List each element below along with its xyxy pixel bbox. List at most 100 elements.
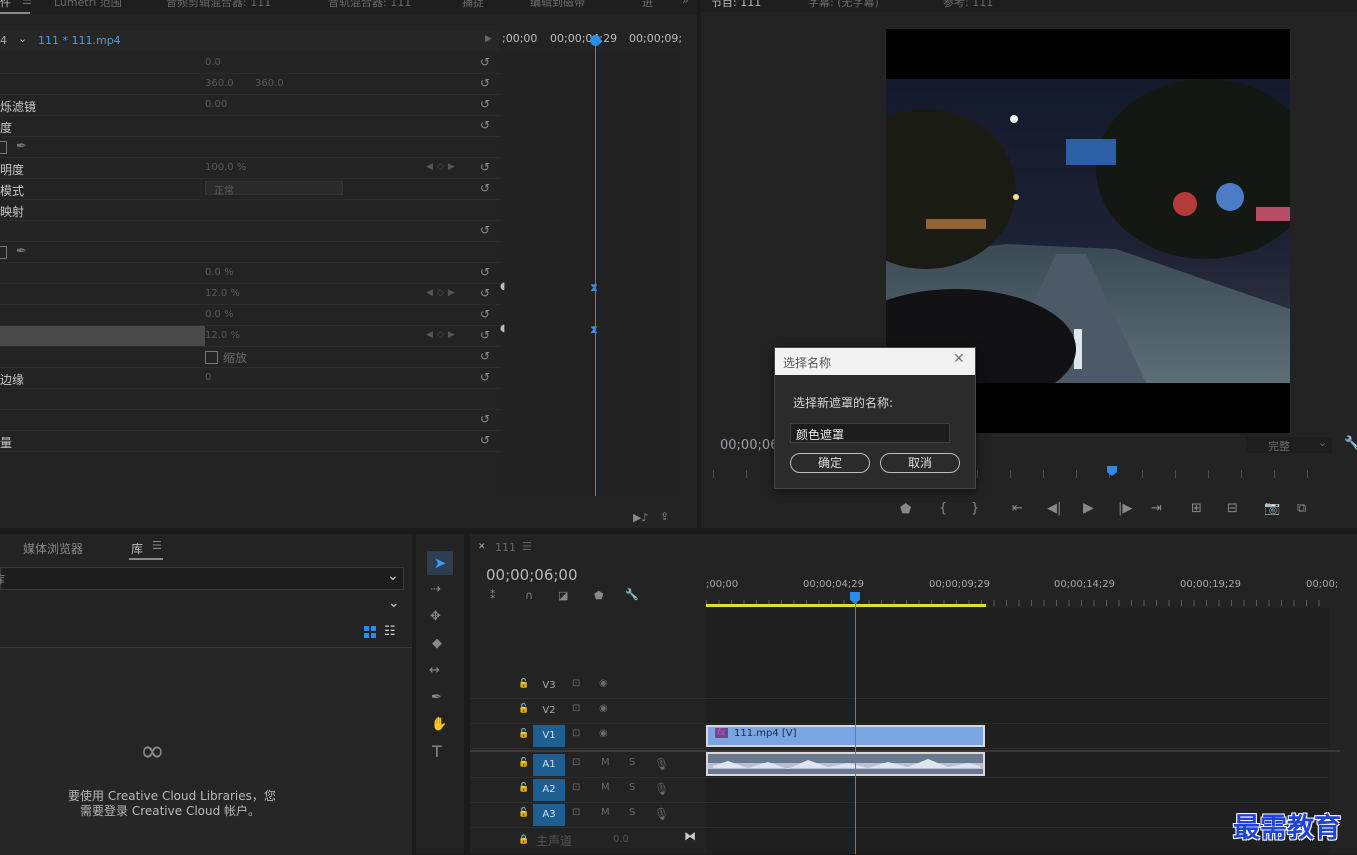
reset-icon[interactable]: ↺ [480,328,490,342]
reset-icon[interactable]: ↺ [480,265,490,279]
overflow-chevron-icon[interactable]: » [682,0,689,7]
effect-property-row[interactable]: ↺ [0,410,500,431]
library-menu-icon[interactable]: ☰ [152,539,162,552]
tab-captions[interactable]: 字幕: (无字幕) [808,0,879,10]
reset-icon[interactable]: ↺ [480,286,490,300]
tab-menu-icon[interactable]: ☰ [22,0,32,7]
voiceover-mic-icon[interactable]: 🎙 [654,782,669,796]
sync-lock-icon[interactable]: ⊡ [572,782,580,793]
program-timecode[interactable]: 00;00;06 [720,438,778,453]
ripple-edit-tool-icon[interactable]: ✥ [430,609,441,624]
tab-overflow[interactable]: 进 [642,0,653,10]
mask-pen-icon[interactable]: ✒ [16,139,27,154]
linked-selection-icon[interactable]: ∩ [525,589,533,602]
track-v3[interactable]: 🔓 V3 ⊡ ◉ [470,674,1328,699]
timeline-timecode[interactable]: 00;00;06;00 [486,566,578,584]
eye-icon[interactable]: ◉ [599,728,608,739]
snap-icon[interactable]: ⁑ [490,589,496,602]
track-target-toggle[interactable]: V1 [533,725,565,747]
tab-media-browser[interactable]: 媒体浏览器 [23,540,83,557]
track-v2[interactable]: 🔓 V2 ⊡ ◉ [470,699,1328,724]
track-target-toggle[interactable]: A1 [533,754,565,776]
track-a3[interactable]: 🔓 A3 ⊡ M S 🎙 [470,803,1328,828]
effect-property-row[interactable]: 模式 正常 ↺ [0,179,500,200]
clip-name[interactable]: 111 * 111.mp4 [38,34,121,47]
selection-tool-icon[interactable]: ➤ [427,551,453,575]
property-value-secondary[interactable]: 360.0 [255,78,284,89]
extract-icon[interactable]: ⊟ [1227,501,1238,516]
sync-lock-icon[interactable]: ⊡ [572,757,580,768]
effect-property-row[interactable]: 0.0 ↺ [0,53,500,74]
keyframe-navigator-icon[interactable]: ◀◇▶ [426,330,459,340]
sync-lock-icon[interactable]: ⊡ [572,807,580,818]
effect-property-row[interactable] [0,389,500,410]
track-lock-icon[interactable]: 🔓 [518,729,529,739]
tab-program[interactable]: 节目: 111 [711,0,761,10]
effect-property-row[interactable]: 0.0 % ↺ [0,305,500,326]
effect-property-row[interactable]: ✒ [0,137,500,158]
timeline-playhead-line[interactable] [855,600,856,854]
track-target-toggle[interactable]: A3 [533,804,565,826]
effect-property-row[interactable]: 12.0 % ↺ ◀◇▶ [0,284,500,305]
property-value[interactable]: 0.0 [205,57,221,68]
comparison-view-icon[interactable]: ⧉ [1297,501,1306,516]
master-end-icon[interactable]: ⧓ [684,829,696,843]
effect-property-row[interactable]: 0.0 % ↺ [0,263,500,284]
razor-tool-icon[interactable]: ◆ [432,636,442,651]
clip-dropdown-chevron-icon[interactable]: ⌄ [18,32,27,45]
master-value[interactable]: 0.0 [613,834,629,845]
export-icon[interactable]: ⇪ [660,510,669,523]
effect-property-row[interactable]: 映射 [0,200,500,221]
track-lock-icon[interactable]: 🔓 [518,679,529,689]
effect-property-row[interactable]: 明度 100.0 % ↺ ◀◇▶ [0,158,500,179]
effect-property-row[interactable]: 边缘 0 ↺ [0,368,500,389]
expand-arrow-icon[interactable]: ▶ [485,34,492,44]
tab-capture[interactable]: 捕捉 [462,0,484,10]
voiceover-mic-icon[interactable]: 🎙 [654,757,669,771]
mute-button[interactable]: M [601,757,610,768]
lift-icon[interactable]: ⊞ [1191,501,1202,516]
tab-edit-to-tape[interactable]: 编辑到磁带 [530,0,585,10]
effect-property-row[interactable]: 360.0 360.0 ↺ [0,74,500,95]
step-forward-icon[interactable]: |▶ [1118,501,1132,516]
work-area-bar[interactable] [706,604,986,607]
track-lock-icon[interactable]: 🔓 [518,758,529,768]
effect-property-row[interactable]: ↺ [0,221,500,242]
keyframe-start-marker[interactable]: ◖ [500,281,505,292]
property-value[interactable]: 0.00 [205,99,227,110]
fx-badge[interactable]: fx [715,728,728,738]
play-icon[interactable]: ▶ [1083,500,1094,516]
keyframe-marker[interactable]: ⧗ [590,323,598,337]
sync-lock-icon[interactable]: ⊡ [572,728,580,739]
solo-button[interactable]: S [629,807,635,818]
filter-chevron-icon[interactable]: ⌄ [388,595,400,611]
keyframe-start-marker[interactable]: ◖ [500,323,505,334]
cancel-button[interactable]: 取消 [880,453,960,473]
effect-property-row[interactable]: 缩放 ↺ [0,347,500,368]
effect-property-row[interactable]: 度 ↺ [0,116,500,137]
track-target-toggle[interactable]: A2 [533,779,565,801]
reset-icon[interactable]: ↺ [480,370,490,384]
reset-icon[interactable]: ↺ [480,433,490,447]
solo-button[interactable]: S [629,757,635,768]
reset-icon[interactable]: ↺ [480,349,490,363]
sequence-menu-icon[interactable]: ☰ [522,540,532,553]
track-lock-icon[interactable]: 🔓 [518,783,529,793]
export-frame-icon[interactable]: 📷 [1264,501,1280,516]
effect-property-row[interactable]: ✒ [0,242,500,263]
timeline-settings-icon[interactable]: 🔧 [625,588,639,601]
reset-icon[interactable]: ↺ [480,412,490,426]
sync-lock-icon[interactable]: ⊡ [572,678,580,689]
reset-icon[interactable]: ↺ [480,55,490,69]
sync-lock-icon[interactable]: ⊡ [572,703,580,714]
pen-tool-icon[interactable]: ✒ [431,690,442,705]
property-value[interactable]: 0 [205,372,211,383]
sequence-close-icon[interactable]: ✕ [478,542,486,552]
property-value[interactable]: 0.0 % [205,309,234,320]
property-value[interactable]: 360.0 [205,78,234,89]
property-value[interactable]: 正常 [205,181,343,197]
add-marker-icon[interactable]: ⬟ [900,502,911,517]
slip-tool-icon[interactable]: ↔ [429,663,440,678]
track-target-toggle[interactable]: V2 [533,700,565,722]
mask-rect-icon[interactable] [0,141,7,154]
